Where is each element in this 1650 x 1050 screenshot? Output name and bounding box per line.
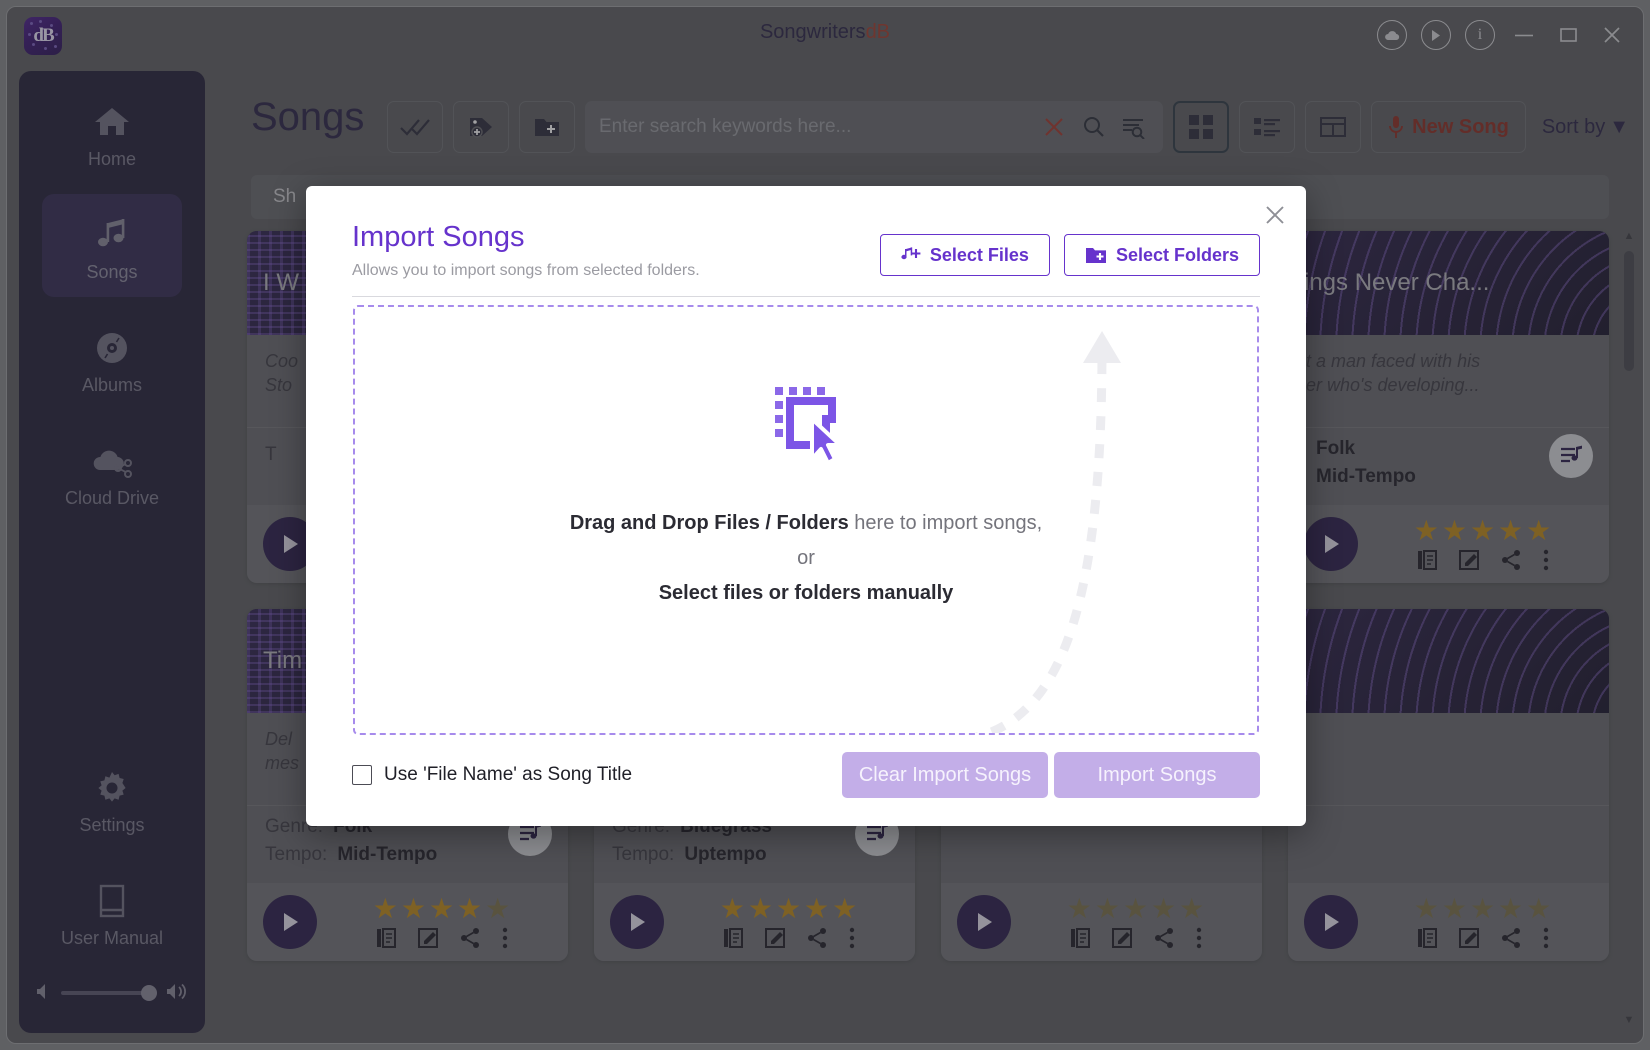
use-filename-checkbox[interactable]: Use 'File Name' as Song Title	[352, 764, 632, 786]
select-folders-button[interactable]: Select Folders	[1063, 234, 1260, 276]
music-note-plus-icon	[901, 247, 921, 260]
close-icon[interactable]	[1258, 198, 1292, 232]
dropzone-line-1: Drag and Drop Files / Folders here to im…	[570, 512, 1042, 535]
window-frame: dB SongwritersdB i Home Songs Albums Clo…	[6, 6, 1644, 1044]
select-folders-label: Select Folders	[1115, 244, 1239, 265]
drag-select-cursor-icon	[760, 375, 852, 472]
dialog-footer-buttons: Clear Import Songs Import Songs	[842, 752, 1260, 798]
clear-import-songs-button[interactable]: Clear Import Songs	[842, 752, 1048, 798]
select-files-label: Select Files	[929, 244, 1029, 265]
file-dropzone[interactable]: Drag and Drop Files / Folders here to im…	[353, 305, 1259, 735]
dropzone-line-2: Select files or folders manually	[658, 582, 954, 604]
import-songs-button[interactable]: Import Songs	[1054, 752, 1260, 798]
application-window: dB SongwritersdB i Home Songs Albums Clo…	[0, 0, 1650, 1050]
folder-plus-icon	[1085, 247, 1106, 263]
dialog-footer: Use 'File Name' as Song Title Clear Impo…	[352, 752, 1260, 798]
import-songs-dialog: Import Songs Allows you to import songs …	[306, 186, 1306, 826]
select-files-button[interactable]: Select Files	[879, 234, 1050, 276]
checkbox-box[interactable]	[352, 765, 372, 785]
dialog-subtitle: Allows you to import songs from selected…	[352, 262, 700, 279]
use-filename-label: Use 'File Name' as Song Title	[384, 764, 633, 785]
dropzone-line-1-rest: here to import songs,	[848, 512, 1043, 534]
dropzone-or: or	[797, 547, 815, 569]
dropzone-line-1-bold: Drag and Drop Files / Folders	[569, 512, 849, 534]
dialog-divider	[352, 296, 1260, 297]
dialog-title: Import Songs	[352, 221, 525, 253]
dialog-header-actions: Select Files Select Folders	[879, 234, 1260, 276]
